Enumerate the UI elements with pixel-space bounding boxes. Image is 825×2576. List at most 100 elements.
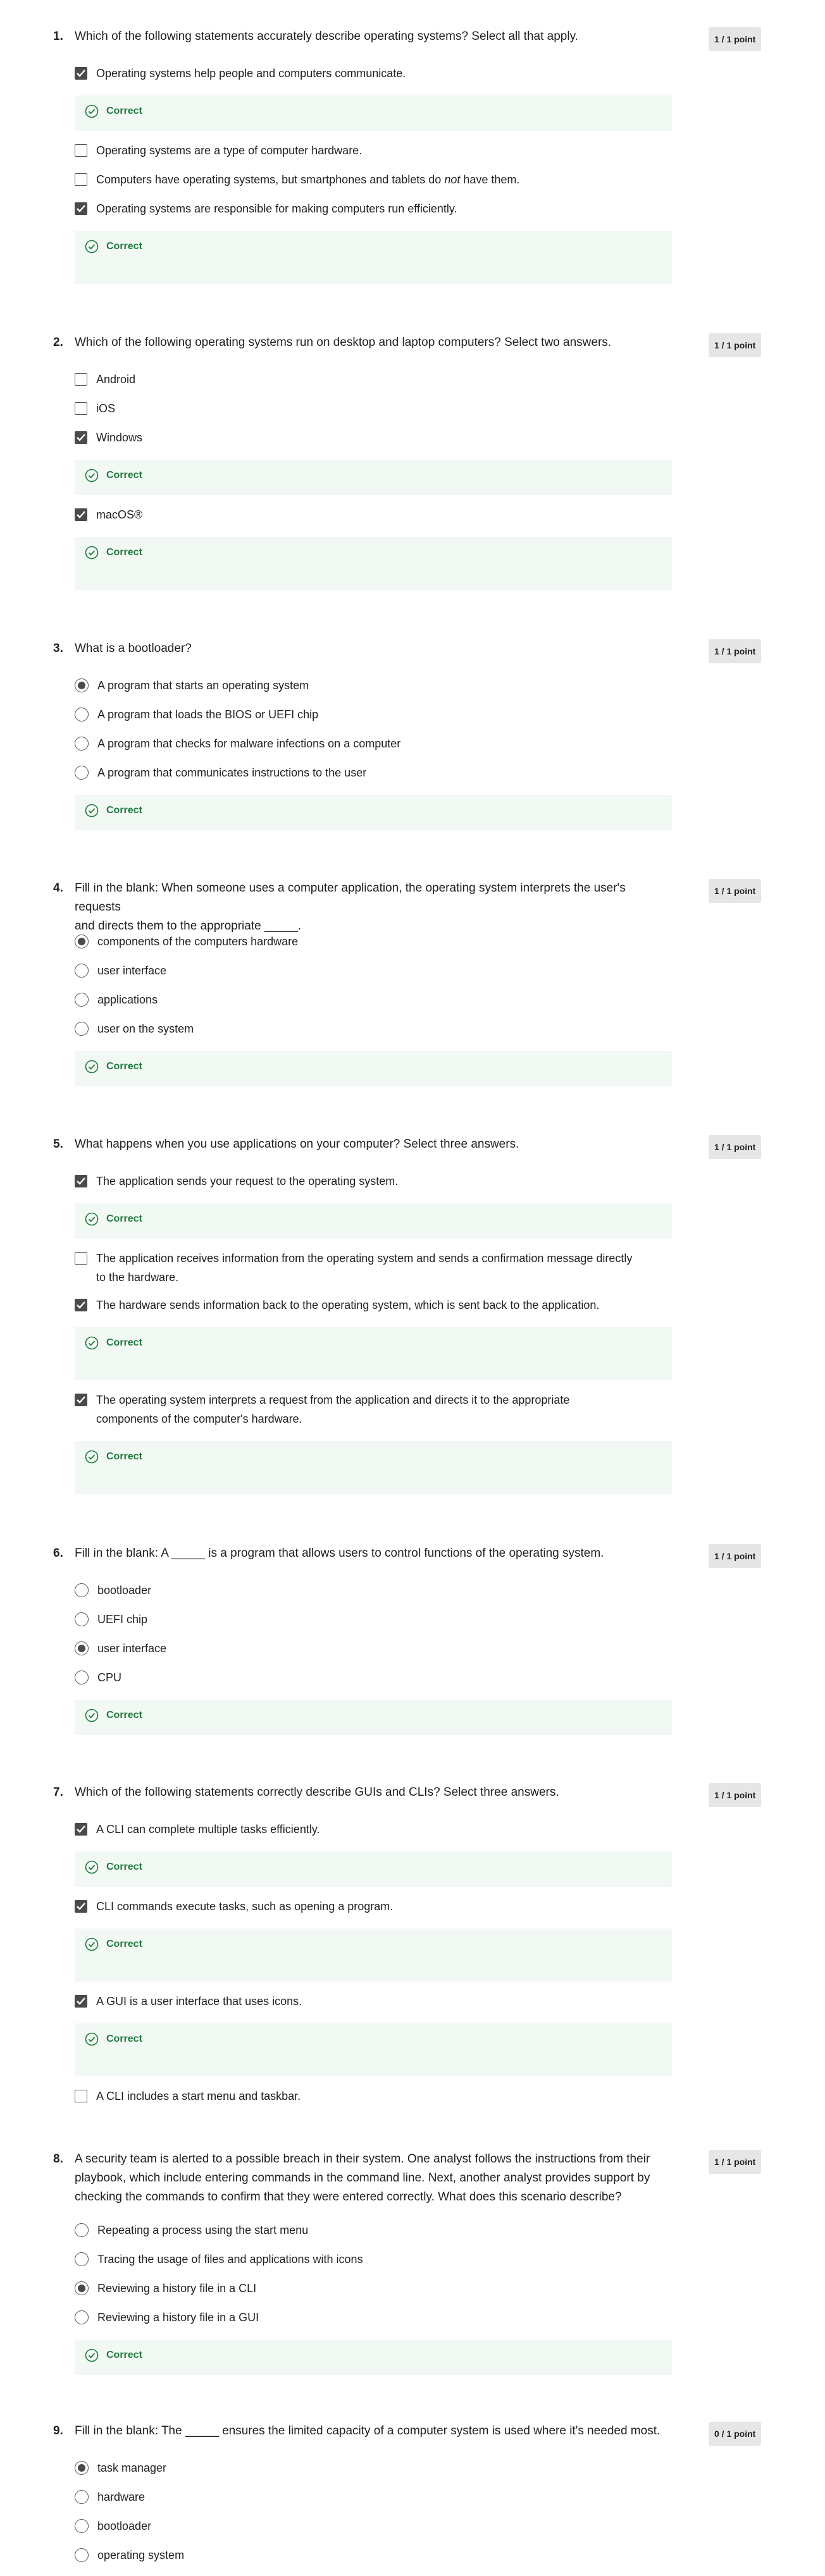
checkbox-icon[interactable]	[75, 2090, 87, 2102]
option-label: Operating systems help people and comput…	[96, 67, 406, 80]
radio-option[interactable]: Tracing the usage of files and applicati…	[75, 2250, 669, 2269]
option-label: The application receives information fro…	[96, 1252, 633, 1284]
checkbox-option[interactable]: The application receives information fro…	[75, 1249, 669, 1287]
radio-option[interactable]: user interface	[75, 961, 669, 980]
option-label: UEFI chip	[97, 1613, 148, 1626]
checkbox-option[interactable]: The operating system interprets a reques…	[75, 1390, 669, 1428]
radio-option[interactable]: A program that starts an operating syste…	[75, 676, 669, 695]
points-badge: 1 / 1 point	[709, 1783, 762, 1807]
radio-option[interactable]: user on the system	[75, 1019, 669, 1038]
checkbox-checked-icon[interactable]	[75, 1900, 87, 1913]
option-label: CPU	[97, 1671, 122, 1684]
option-label: The operating system interprets a reques…	[96, 1394, 570, 1425]
question-number: 7.	[53, 1786, 63, 1799]
radio-icon[interactable]	[75, 2252, 89, 2266]
checkbox-option[interactable]: A GUI is a user interface that uses icon…	[75, 1992, 669, 2011]
radio-selected-icon[interactable]	[75, 2281, 89, 2295]
radio-selected-icon[interactable]	[75, 678, 89, 692]
checkbox-option[interactable]: The hardware sends information back to t…	[75, 1296, 669, 1315]
radio-option[interactable]: components of the computers hardware	[75, 932, 669, 951]
radio-icon[interactable]	[75, 964, 89, 978]
radio-option[interactable]: Repeating a process using the start menu	[75, 2221, 669, 2240]
checkbox-checked-icon[interactable]	[75, 1175, 87, 1187]
radio-option[interactable]: user interface	[75, 1639, 669, 1658]
checkbox-option[interactable]: iOS	[75, 399, 669, 418]
radio-icon[interactable]	[75, 2223, 89, 2237]
checkbox-checked-icon[interactable]	[75, 67, 87, 80]
radio-icon[interactable]	[75, 2310, 89, 2324]
radio-option[interactable]: task manager	[75, 2458, 669, 2477]
radio-option[interactable]: hardware	[75, 2487, 669, 2506]
option-label: task manager	[97, 2462, 167, 2474]
checkbox-icon[interactable]	[75, 402, 87, 415]
checkbox-checked-icon[interactable]	[75, 508, 87, 521]
checkbox-checked-icon[interactable]	[75, 1299, 87, 1311]
radio-selected-icon[interactable]	[75, 935, 89, 948]
checkbox-option[interactable]: Operating systems are responsible for ma…	[75, 199, 669, 218]
points-badge: 0 / 1 point	[709, 2422, 762, 2446]
checkbox-checked-icon[interactable]	[75, 1394, 87, 1406]
radio-option[interactable]: CPU	[75, 1668, 669, 1687]
radio-icon[interactable]	[75, 766, 89, 780]
checkbox-icon[interactable]	[75, 1252, 87, 1265]
radio-icon[interactable]	[75, 2519, 89, 2533]
question-text: Fill in the blank: The _____ ensures the…	[75, 2424, 661, 2438]
option-label: user on the system	[97, 1022, 194, 1035]
question-number: 6.	[53, 1547, 63, 1560]
feedback-label: Correct	[106, 2033, 142, 2044]
checkbox-checked-icon[interactable]	[75, 1823, 87, 1836]
checkbox-option[interactable]: Windows	[75, 428, 669, 447]
radio-option[interactable]: Reviewing a history file in a CLI	[75, 2279, 669, 2298]
radio-icon[interactable]	[75, 2490, 89, 2504]
points-badge: 1 / 1 point	[709, 333, 762, 357]
quiz-page: 1. Which of the following statements acc…	[0, 0, 825, 2576]
check-circle-icon	[85, 2348, 99, 2362]
radio-icon[interactable]	[75, 737, 89, 751]
checkbox-icon[interactable]	[75, 373, 87, 386]
radio-selected-icon[interactable]	[75, 1641, 89, 1655]
check-circle-icon	[85, 1060, 99, 1074]
radio-option[interactable]: Reviewing a history file in a GUI	[75, 2308, 669, 2327]
radio-option[interactable]: bootloader	[75, 2517, 669, 2536]
checkbox-option[interactable]: The application sends your request to th…	[75, 1172, 669, 1191]
check-circle-icon	[85, 1860, 99, 1874]
feedback-label: Correct	[106, 1710, 142, 1720]
question-number: 3.	[53, 642, 63, 655]
radio-icon[interactable]	[75, 1671, 89, 1684]
option-label: A program that communicates instructions…	[97, 766, 367, 779]
radio-option[interactable]: UEFI chip	[75, 1610, 669, 1629]
checkbox-icon[interactable]	[75, 173, 87, 186]
radio-option[interactable]: A program that communicates instructions…	[75, 763, 669, 782]
radio-option[interactable]: bootloader	[75, 1581, 669, 1600]
checkbox-option[interactable]: macOS®	[75, 505, 669, 524]
radio-icon[interactable]	[75, 1583, 89, 1597]
checkbox-checked-icon[interactable]	[75, 1995, 87, 2008]
checkbox-option[interactable]: Operating systems help people and comput…	[75, 64, 669, 83]
checkbox-option[interactable]: A CLI includes a start menu and taskbar.	[75, 2087, 669, 2106]
radio-icon[interactable]	[75, 708, 89, 721]
radio-selected-icon[interactable]	[75, 2461, 89, 2475]
option-label: hardware	[97, 2491, 146, 2503]
checkbox-option[interactable]: Android	[75, 370, 669, 389]
radio-icon[interactable]	[75, 1022, 89, 1036]
radio-option[interactable]: applications	[75, 990, 669, 1009]
checkbox-option[interactable]: CLI commands execute tasks, such as open…	[75, 1897, 669, 1916]
radio-icon[interactable]	[75, 993, 89, 1007]
radio-option[interactable]: A program that checks for malware infect…	[75, 734, 669, 753]
option-label: components of the computers hardware	[97, 935, 299, 948]
checkbox-checked-icon[interactable]	[75, 431, 87, 444]
option-label: operating system	[97, 2549, 185, 2561]
checkbox-option[interactable]: Operating systems are a type of computer…	[75, 141, 669, 160]
question-number: 5.	[53, 1138, 63, 1151]
checkbox-option[interactable]: Computers have operating systems, but sm…	[75, 170, 669, 189]
radio-icon[interactable]	[75, 1612, 89, 1626]
feedback-correct: Correct	[75, 460, 672, 495]
option-label: Operating systems are a type of computer…	[96, 144, 363, 157]
feedback-correct: Correct	[75, 1851, 672, 1887]
checkbox-option[interactable]: A CLI can complete multiple tasks effici…	[75, 1820, 669, 1839]
checkbox-checked-icon[interactable]	[75, 202, 87, 215]
radio-icon[interactable]	[75, 2548, 89, 2562]
checkbox-icon[interactable]	[75, 144, 87, 157]
radio-option[interactable]: operating system	[75, 2546, 669, 2565]
radio-option[interactable]: A program that loads the BIOS or UEFI ch…	[75, 705, 669, 724]
